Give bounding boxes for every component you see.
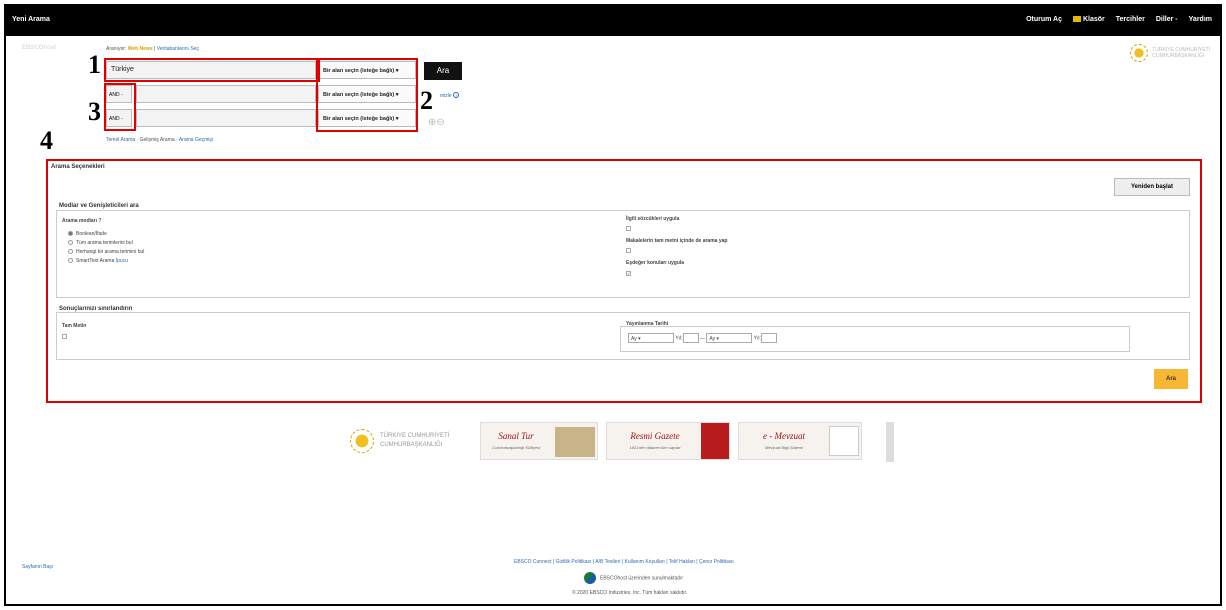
gov-logo: TÜRKİYE CUMHURİYETİ CUMHURBAŞKANLIĞI xyxy=(1130,44,1210,62)
options-title: Arama Seçenekleri xyxy=(51,164,105,170)
choose-databases-link[interactable]: Veritabanlarını Seç xyxy=(157,46,199,52)
tab-search-history[interactable]: Arama Geçmişi xyxy=(179,137,213,143)
annotation-number-2: 2 xyxy=(420,86,433,115)
sun-emblem-icon xyxy=(350,429,374,453)
options-search-button[interactable]: Ara xyxy=(1154,369,1188,389)
tab-advanced-search[interactable]: Gelişmiş Arama xyxy=(140,137,175,143)
languages-menu[interactable]: Diller - xyxy=(1156,16,1178,23)
pub-date-to-year[interactable] xyxy=(760,333,777,343)
help-icon[interactable]: ? xyxy=(453,92,460,98)
banner-row: TÜRKİYE CUMHURİYETİ CUMHURBAŞKANLIĞI Sana… xyxy=(350,422,862,460)
mevzuat-image xyxy=(829,426,859,456)
search-help-link[interactable]: mizle ? xyxy=(440,92,460,99)
sign-in-link[interactable]: Oturum Aç xyxy=(1026,16,1062,23)
expander-full-text-checkbox[interactable] xyxy=(626,248,631,254)
pub-date-from-month[interactable]: Ay ▾ xyxy=(628,333,674,343)
sun-emblem-icon xyxy=(1130,44,1149,62)
help-link[interactable]: Yardım xyxy=(1189,16,1212,23)
searching-line: Aranıyor: Web News | Veritabanlarını Seç xyxy=(106,46,199,52)
page-frame: Yeni Arama Oturum Aç Klasör Tercihler Di… xyxy=(4,4,1222,606)
expander-related-words-label: İlgili sözcükleri uygula xyxy=(626,216,680,222)
official-gazette-banner[interactable]: Resmi Gazete 1921'den itibaren tüm sayıl… xyxy=(606,422,730,460)
copyright: © 2020 EBSCO Industries, Inc. Tüm haklar… xyxy=(572,590,688,596)
pub-date-from-year[interactable] xyxy=(682,333,699,343)
search-input-2[interactable] xyxy=(136,85,316,103)
full-text-checkbox[interactable] xyxy=(62,334,67,340)
back-to-top-link[interactable]: Sayfanın Başı xyxy=(22,564,53,570)
modes-fieldset xyxy=(56,210,1190,298)
mode-boolean[interactable]: Boolean/İfade xyxy=(68,231,107,237)
new-search-link[interactable]: Yeni Arama xyxy=(12,16,50,23)
annotation-number-4: 4 xyxy=(40,126,53,155)
e-mevzuat-banner[interactable]: e - Mevzuat Mevzuat Bilgi Sistemi xyxy=(738,422,862,460)
folder-link[interactable]: Klasör xyxy=(1072,16,1105,23)
gov-banner[interactable]: TÜRKİYE CUMHURİYETİ CUMHURBAŞKANLIĞI xyxy=(350,429,472,453)
mode-all-terms[interactable]: Tüm arama terimlerini bul xyxy=(68,240,133,246)
banner-scrollbar[interactable] xyxy=(886,422,894,462)
palace-image xyxy=(555,427,595,457)
tab-basic-search[interactable]: Temel Arama xyxy=(106,137,135,143)
annotation-number-3: 3 xyxy=(88,97,101,126)
footer-links[interactable]: EBSCO Connect | Gizlilik Politikası | A/… xyxy=(514,559,734,565)
mode-any-term[interactable]: Herhangi bir arama terimini bul xyxy=(68,249,144,255)
reset-button[interactable]: Yeniden başlat xyxy=(1114,178,1190,196)
modes-label: Arama modları ? xyxy=(62,218,102,224)
expander-equivalent-subjects-checkbox[interactable]: ✓ xyxy=(626,270,631,276)
preferences-link[interactable]: Tercihler xyxy=(1116,16,1145,23)
ebsco-by-line: EBSCOhost üzerinden sunulmaktadır xyxy=(584,572,683,584)
search-tabs: Temel Arama · Gelişmiş Arama · Arama Geç… xyxy=(106,137,214,143)
full-text-label: Tam Metin xyxy=(62,323,87,329)
annotation-box-2 xyxy=(316,58,418,132)
mode-smarttext[interactable]: SmartText Arama İpucu xyxy=(68,258,128,264)
database-name: Web News xyxy=(127,46,153,52)
top-nav: Oturum Aç Klasör Tercihler Diller - Yard… xyxy=(1026,16,1212,23)
annotation-box-1 xyxy=(104,58,320,82)
gazette-image xyxy=(701,423,729,459)
virtual-tour-banner[interactable]: Sanal Tur Cumhurbaşkanlığı Külliyesi xyxy=(480,422,598,460)
search-options-panel: Arama Seçenekleri Yeniden başlat Modlar … xyxy=(46,159,1202,403)
pub-date-controls: Ay ▾ Yıl: — Ay ▾ Yıl: xyxy=(628,333,777,343)
ebsco-logo: EBSCOhost xyxy=(22,45,57,51)
expander-full-text-label: Makalelerin tam metni içinde de arama ya… xyxy=(626,238,728,244)
top-bar: Yeni Arama Oturum Aç Klasör Tercihler Di… xyxy=(6,6,1220,36)
modes-section-title: Modlar ve Genişleticileri ara xyxy=(59,203,139,209)
annotation-number-1: 1 xyxy=(88,50,101,79)
folder-icon xyxy=(1072,16,1081,22)
ebsco-logo-icon xyxy=(584,572,596,584)
annotation-box-3 xyxy=(104,83,136,131)
pub-date-to-month[interactable]: Ay ▾ xyxy=(706,333,753,343)
expander-equivalent-subjects-label: Eşdeğer konuları uygula xyxy=(626,260,685,266)
search-input-3[interactable] xyxy=(136,109,316,127)
add-remove-row-icons[interactable]: ⊕⊖ xyxy=(428,117,445,128)
search-button[interactable]: Ara xyxy=(424,62,462,80)
expander-related-words-checkbox[interactable] xyxy=(626,226,631,232)
